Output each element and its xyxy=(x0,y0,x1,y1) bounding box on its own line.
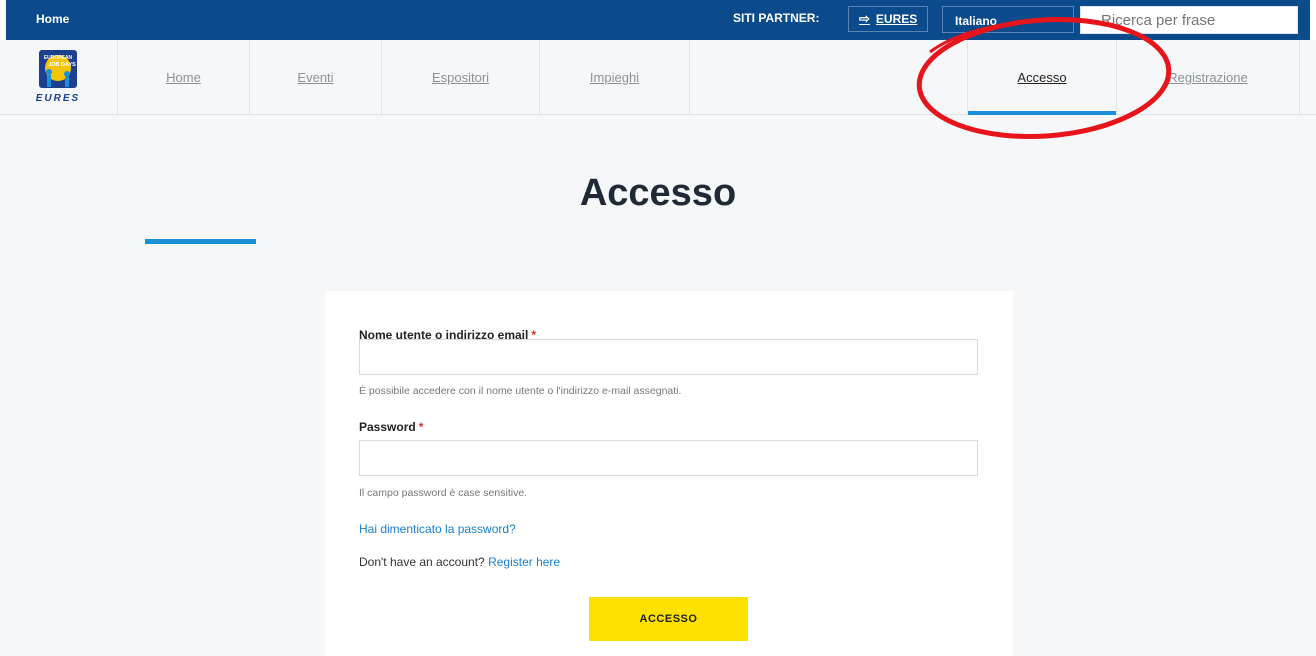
external-link-icon: ⇨ xyxy=(859,11,870,26)
title-accent-rule xyxy=(145,239,256,244)
login-submit-button[interactable]: ACCESSO xyxy=(589,597,748,641)
username-field[interactable] xyxy=(359,339,978,375)
forgot-password-link[interactable]: Hai dimenticato la password? xyxy=(359,522,516,536)
eures-partner-label: EURES xyxy=(875,12,918,26)
password-help-text: Il campo password è case sensitive. xyxy=(359,487,528,499)
nav-item-registrazione[interactable]: Registrazione xyxy=(1116,40,1300,115)
logo-mid-text: JOB DAYS xyxy=(48,62,76,68)
search-input[interactable] xyxy=(1080,6,1298,34)
no-account-text: Don't have an account? xyxy=(359,555,485,569)
eures-partner-link[interactable]: ⇨ EURES xyxy=(848,6,929,32)
top-utility-bar: Home SITI PARTNER: ⇨ EURES Italiano xyxy=(0,0,1316,40)
language-selector[interactable]: Italiano xyxy=(942,6,1074,33)
logo-icon: EUROPEAN JOB DAYS EURES xyxy=(36,50,80,104)
password-label: Password * xyxy=(359,420,423,434)
password-required-marker: * xyxy=(418,420,424,434)
password-label-text: Password xyxy=(359,420,416,434)
signup-prompt: Don't have an account? Register here xyxy=(359,555,560,569)
nav-item-eventi[interactable]: Eventi xyxy=(249,40,381,115)
login-form: Nome utente o indirizzo email * È possibi… xyxy=(325,291,1013,656)
main-navigation: EUROPEAN JOB DAYS EURES Home Eventi Espo… xyxy=(0,40,1316,115)
nav-item-accesso-label: Accesso xyxy=(1017,70,1067,85)
password-field[interactable] xyxy=(359,440,978,476)
nav-spacer xyxy=(689,40,967,115)
partner-sites-label: SITI PARTNER: xyxy=(733,11,820,25)
european-job-days-logo[interactable]: EUROPEAN JOB DAYS EURES xyxy=(22,48,98,106)
register-link[interactable]: Register here xyxy=(488,555,560,569)
logo-top-text: EUROPEAN xyxy=(44,55,73,61)
nav-item-espositori[interactable]: Espositori xyxy=(381,40,539,115)
page-title: Accesso xyxy=(579,172,737,214)
top-home-link[interactable]: Home xyxy=(36,12,69,26)
nav-item-accesso[interactable]: Accesso xyxy=(967,40,1116,115)
logo-bottom-text: EURES xyxy=(36,93,80,104)
username-help-text: È possibile accedere con il nome utente … xyxy=(359,385,682,397)
nav-active-underline xyxy=(968,111,1116,115)
nav-item-impieghi[interactable]: Impieghi xyxy=(539,40,689,115)
nav-item-home[interactable]: Home xyxy=(117,40,249,115)
